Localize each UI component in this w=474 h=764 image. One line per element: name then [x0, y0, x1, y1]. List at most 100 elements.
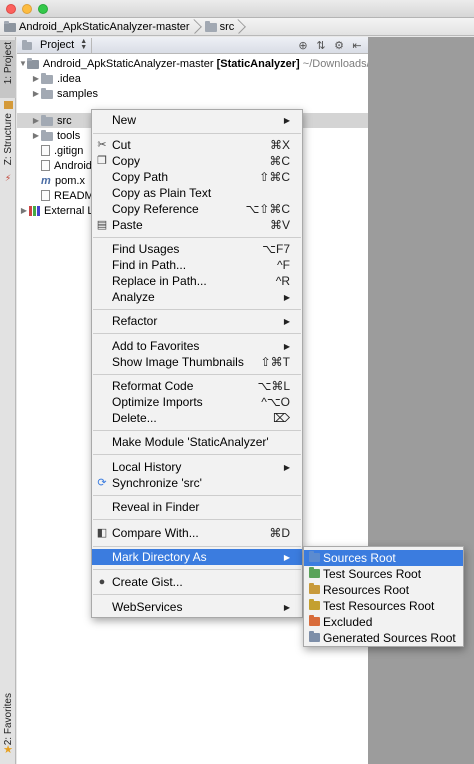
submenu-item-sources-root[interactable]: Sources Root [304, 550, 463, 566]
excluded-folder-icon [309, 615, 320, 626]
menu-item-create-gist[interactable]: ● Create Gist... [92, 574, 302, 590]
minimize-window-button[interactable] [22, 4, 32, 14]
menu-item-refactor[interactable]: Refactor ▶ [92, 313, 302, 329]
menu-item-label: Replace in Path... [112, 274, 207, 288]
submenu-item-label: Test Sources Root [323, 567, 422, 581]
compare-icon: ◧ [96, 527, 108, 539]
menu-item-new[interactable]: New ▶ [92, 112, 302, 128]
menu-separator [93, 519, 301, 520]
chevron-updown-icon: ▲ ▼ [80, 38, 88, 51]
menu-item-label: Analyze [112, 290, 155, 304]
menu-shortcut: ⌘X [269, 138, 290, 152]
zoom-window-button[interactable] [38, 4, 48, 14]
menu-item-webservices[interactable]: WebServices ▶ [92, 599, 302, 615]
tab-project[interactable]: 1: Project [0, 40, 16, 98]
menu-item-local-history[interactable]: Local History ▶ [92, 459, 302, 475]
menu-item-reformat-code[interactable]: Reformat Code ⌥⌘L [92, 378, 302, 394]
submenu-item-resources-root[interactable]: Resources Root [304, 582, 463, 598]
menu-item-label: Cut [112, 138, 131, 152]
menu-item-label: Copy Path [112, 170, 169, 184]
expand-arrow-icon[interactable]: ▼ [19, 59, 27, 68]
submenu-item-generated-sources-root[interactable]: Generated Sources Root [304, 630, 463, 646]
menu-item-label: WebServices [112, 600, 183, 614]
menu-item-label: Copy [112, 154, 141, 168]
project-tool-icon [0, 99, 16, 111]
close-window-button[interactable] [6, 4, 16, 14]
tree-item-label: Android [54, 159, 92, 172]
file-icon [41, 145, 50, 156]
menu-item-paste[interactable]: ▤ Paste ⌘V [92, 217, 302, 233]
menu-item-replace-in-path[interactable]: Replace in Path... ^R [92, 273, 302, 289]
tab-project-label: 1: Project [2, 42, 14, 85]
menu-item-label: Paste [112, 218, 143, 232]
tree-row-root[interactable]: ▼ Android_ApkStaticAnalyzer-master [Stat… [17, 56, 370, 71]
menu-item-show-image-thumbnails[interactable]: Show Image Thumbnails ⇧⌘T [92, 354, 302, 370]
hide-panel-icon[interactable]: ⇤ [350, 39, 364, 52]
menu-item-find-usages[interactable]: Find Usages ⌥F7 [92, 241, 302, 257]
submenu-item-excluded[interactable]: Excluded [304, 614, 463, 630]
menu-item-copy-reference[interactable]: Copy Reference ⌥⇧⌘C [92, 201, 302, 217]
menu-item-reveal-in-finder[interactable]: Reveal in Finder [92, 499, 302, 515]
menu-item-label: Optimize Imports [112, 395, 203, 409]
breadcrumb-project[interactable]: Android_ApkStaticAnalyzer-master [4, 18, 190, 36]
menu-separator [93, 546, 301, 547]
menu-item-cut[interactable]: ✂ Cut ⌘X [92, 137, 302, 153]
menu-item-optimize-imports[interactable]: Optimize Imports ^⌥O [92, 394, 302, 410]
clipboard-icon: ▤ [96, 219, 108, 231]
folder-icon [204, 20, 217, 32]
folder-icon [41, 72, 53, 84]
github-icon: ● [98, 576, 106, 588]
module-folder-icon [26, 57, 39, 69]
submenu-item-test-sources-root[interactable]: Test Sources Root [304, 566, 463, 582]
menu-separator [93, 569, 301, 570]
menu-item-label: Synchronize 'src' [112, 476, 202, 490]
tree-item-label: READM [54, 189, 94, 202]
menu-item-mark-directory-as[interactable]: Mark Directory As ▶ [92, 549, 302, 565]
menu-item-label: Copy Reference [112, 202, 199, 216]
project-view-selector[interactable]: Project ▲ ▼ [19, 37, 93, 53]
gear-icon[interactable]: ⚙ [332, 39, 346, 52]
submenu-item-label: Excluded [323, 615, 373, 629]
collapsed-arrow-icon[interactable]: ▶ [19, 206, 29, 215]
sync-icon: ⟳ [97, 477, 107, 489]
scroll-from-source-icon[interactable]: ⊕ [296, 39, 310, 52]
collapsed-arrow-icon[interactable]: ▶ [31, 116, 41, 125]
breadcrumb-separator-icon [193, 18, 201, 36]
menu-item-find-in-path[interactable]: Find in Path... ^F [92, 257, 302, 273]
submenu-item-label: Resources Root [323, 583, 410, 597]
collapsed-arrow-icon[interactable]: ▶ [31, 131, 41, 140]
menu-item-synchronize[interactable]: ⟳ Synchronize 'src' [92, 475, 302, 491]
submenu-arrow-icon: ▶ [283, 115, 290, 125]
menu-item-analyze[interactable]: Analyze ▶ [92, 289, 302, 305]
menu-item-compare-with[interactable]: ◧ Compare With... ⌘D [92, 525, 302, 541]
menu-shortcut: ⌥F7 [262, 242, 290, 256]
menu-item-label: Refactor [112, 314, 158, 328]
menu-shortcut: ⇧⌘T [260, 355, 290, 369]
module-folder-icon [4, 20, 16, 32]
menu-item-delete[interactable]: Delete... ⌦ [92, 410, 302, 426]
submenu-arrow-icon: ▶ [283, 462, 290, 472]
menu-item-copy-path[interactable]: Copy Path ⇧⌘C [92, 169, 302, 185]
window-title-bar [0, 0, 474, 18]
root-path: ~/Downloads/ [302, 57, 370, 70]
submenu-item-test-resources-root[interactable]: Test Resources Root [304, 598, 463, 614]
project-panel-tools: ⊕ ⇅ ⚙ ⇤ [296, 39, 368, 52]
breadcrumb-separator-icon [237, 18, 245, 36]
menu-shortcut: ^F [277, 258, 290, 272]
collapse-all-icon[interactable]: ⇅ [314, 39, 328, 52]
menu-item-copy-plain-text[interactable]: Copy as Plain Text [92, 185, 302, 201]
menu-item-make-module[interactable]: Make Module 'StaticAnalyzer' [92, 434, 302, 450]
menu-item-copy[interactable]: ❐ Copy ⌘C [92, 153, 302, 169]
tab-structure[interactable]: Z: Structure [0, 111, 16, 173]
collapsed-arrow-icon[interactable]: ▶ [31, 89, 41, 98]
menu-item-add-to-favorites[interactable]: Add to Favorites ▶ [92, 338, 302, 354]
tree-row-idea[interactable]: ▶ .idea [17, 71, 368, 86]
collapsed-arrow-icon[interactable]: ▶ [31, 74, 41, 83]
menu-separator [93, 333, 301, 334]
menu-separator [93, 237, 301, 238]
sources-root-folder-icon [309, 551, 320, 562]
menu-item-label: Compare With... [112, 526, 199, 540]
tree-row-samples[interactable]: ▶ samples [17, 86, 368, 101]
breadcrumb-src[interactable]: src [204, 18, 234, 36]
menu-shortcut: ^R [275, 274, 290, 288]
